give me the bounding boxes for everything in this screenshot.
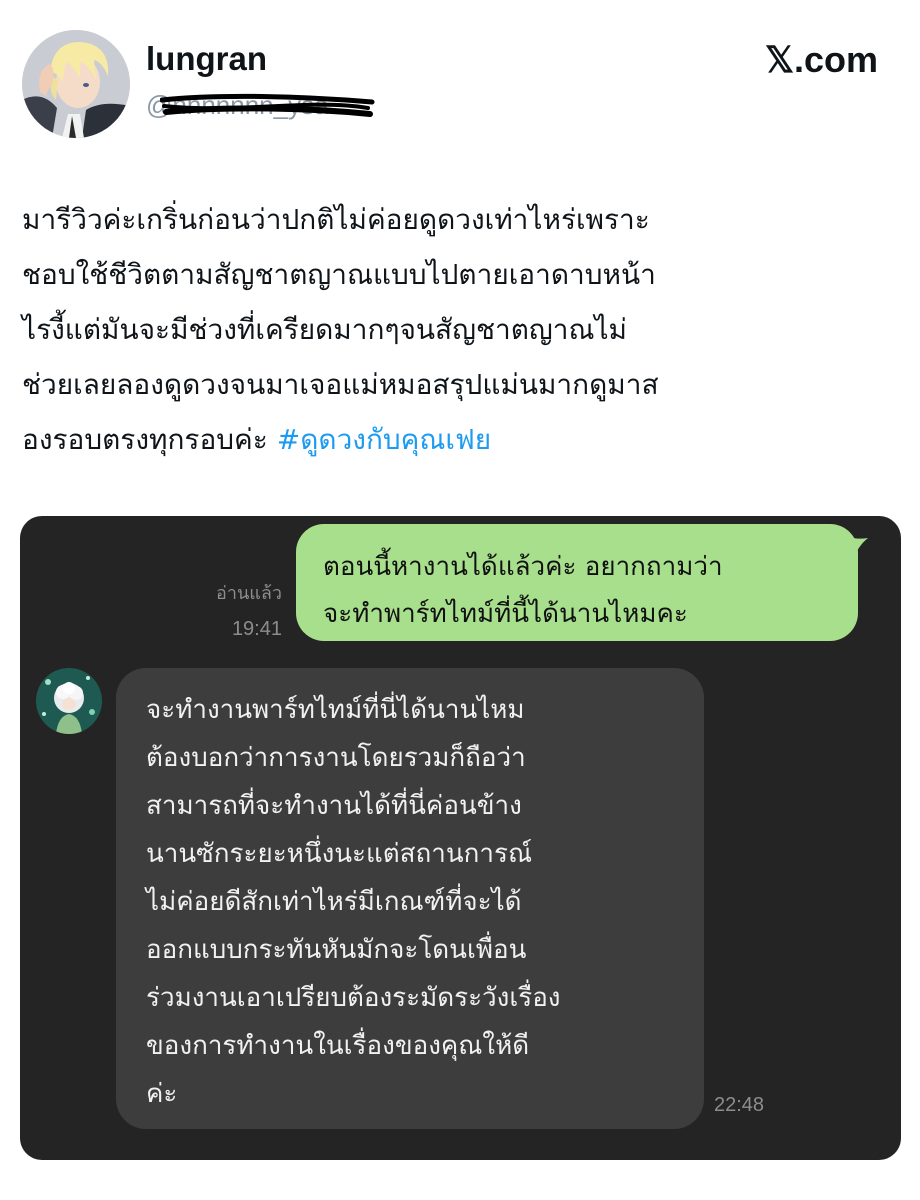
- contact-avatar-icon: [36, 668, 102, 734]
- bubble-tail-icon: [846, 536, 868, 558]
- tweet-line: ไรงี้แต่มันจะมีช่วงที่เครียดมากๆจนสัญชาต…: [22, 313, 627, 346]
- anime-avatar-icon: [22, 30, 130, 138]
- incoming-message-line: จะทำงานพาร์ทไทม์ที่นี่ได้นานไหม: [146, 695, 525, 725]
- attached-chat-screenshot[interactable]: อ่านแล้ว 19:41 ตอนนี้หางานได้แล้วค่ะ อยา…: [20, 516, 901, 1160]
- incoming-timestamp: 22:48: [714, 1094, 765, 1116]
- hashtag-link[interactable]: #ดูดวงกับคุณเฟย: [277, 423, 491, 456]
- incoming-message-line: สามารถที่จะทำงานได้ที่นี่ค่อนข้าง: [146, 791, 522, 821]
- tweet-line-last: องรอบตรงทุกรอบค่ะ #ดูดวงกับคุณเฟย: [22, 412, 902, 467]
- tweet-text: มารีวิวค่ะเกริ่นก่อนว่าปกติไม่ค่อยดูดวงเ…: [22, 192, 902, 467]
- incoming-message-line: ต้องบอกว่าการงานโดยรวมก็ถือว่า: [146, 743, 526, 773]
- tweet-line: ชอบใช้ชีวิตตามสัญชาตญาณแบบไปตายเอาดาบหน้…: [22, 258, 656, 291]
- incoming-message-bubble: จะทำงานพาร์ทไทม์ที่นี่ได้นานไหม ต้องบอกว…: [116, 668, 704, 1129]
- profile-avatar[interactable]: [22, 30, 130, 138]
- contact-avatar[interactable]: [36, 668, 102, 734]
- incoming-message-line: นานซักระยะหนึ่งนะแต่สถานการณ์: [146, 839, 533, 869]
- incoming-message-line: ออกแบบกระทันหันมักจะโดนเพื่อน: [146, 935, 527, 965]
- author-display-name[interactable]: lungran: [146, 40, 267, 78]
- tweet-line-text: องรอบตรงทุกรอบค่ะ: [22, 423, 277, 456]
- outgoing-message-bubble: ตอนนี้หางานได้แล้วค่ะ อยากถามว่า จะทำพาร…: [296, 524, 858, 641]
- incoming-message-line: ร่วมงานเอาเปรียบต้องระมัดระวังเรื่อง: [146, 983, 561, 1013]
- read-status: อ่านแล้ว: [216, 583, 282, 604]
- incoming-message-line: ค่ะ: [146, 1079, 178, 1109]
- author-handle[interactable]: @nnnnnnn_ysa: [146, 90, 329, 120]
- incoming-message-line: ไม่ค่อยดีสักเท่าไหร่มีเกณฑ์ที่จะได้: [146, 887, 522, 917]
- tweet-line: มารีวิวค่ะเกริ่นก่อนว่าปกติไม่ค่อยดูดวงเ…: [22, 203, 650, 236]
- tweet-line: ช่วยเลยลองดูดวงจนมาเจอแม่หมอสรุปแม่นมากด…: [22, 368, 659, 401]
- outgoing-message-line: จะทำพาร์ทไทม์ที่นี้ได้นานไหมคะ: [323, 599, 688, 629]
- x-logo: 𝕏.com: [764, 39, 878, 80]
- outgoing-timestamp: 19:41: [231, 618, 282, 640]
- outgoing-message-line: ตอนนี้หางานได้แล้วค่ะ อยากถามว่า: [323, 552, 723, 582]
- incoming-message-line: ของการทำงานในเรื่องของคุณให้ดี: [146, 1031, 530, 1061]
